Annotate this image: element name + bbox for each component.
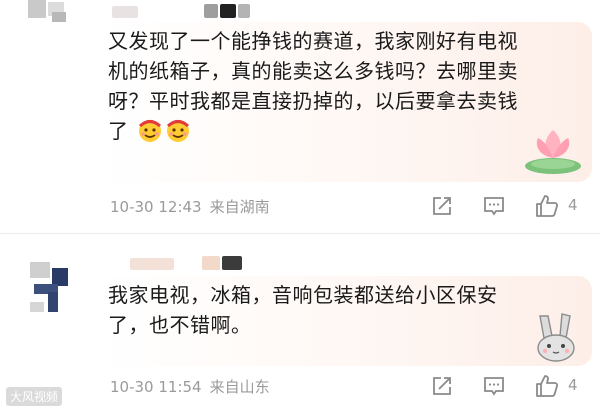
share-button[interactable] — [430, 374, 454, 398]
rabbit-decoration-icon — [537, 313, 575, 362]
comment-text: 我家电视，冰箱，音响包装都送给小区保安了，也不错啊。 — [108, 280, 522, 340]
comment-text: 又发现了一个能挣钱的赛道，我家刚好有电视机的纸箱子，真的能卖这么多钱吗？去哪里卖… — [108, 26, 522, 146]
like-button[interactable] — [534, 374, 560, 398]
comment-item: 我家电视，冰箱，音响包装都送给小区保安了，也不错啊。 10-30 11:54 来自… — [0, 234, 600, 410]
username-blurred[interactable] — [104, 252, 254, 274]
smiling-face-icon — [167, 120, 190, 142]
thumbs-up-icon — [536, 195, 559, 217]
comment-icon — [484, 197, 504, 216]
comment-actions: 4 — [430, 194, 600, 218]
avatar[interactable] — [8, 0, 78, 70]
comment-text-body: 我家电视，冰箱，音响包装都送给小区保安了，也不错啊。 — [108, 283, 498, 337]
comment-item: 又发现了一个能挣钱的赛道，我家刚好有电视机的纸箱子，真的能卖这么多钱吗？去哪里卖… — [0, 0, 600, 234]
comment-location: 来自山东 — [209, 378, 270, 396]
thumbs-up-icon — [536, 375, 559, 397]
share-icon — [433, 197, 451, 215]
like-count: 4 — [568, 196, 578, 214]
like-button[interactable] — [534, 194, 560, 218]
comment-time: 10-30 12:43 — [110, 198, 202, 216]
lotus-decoration-icon — [525, 130, 581, 174]
comment-icon — [484, 377, 504, 396]
comment-meta: 10-30 12:43 来自湖南 — [110, 196, 278, 217]
comment-meta: 10-30 11:54 来自山东 — [110, 376, 278, 397]
comment-bubble: 我家电视，冰箱，音响包装都送给小区保安了，也不错啊。 — [96, 276, 592, 366]
comment-time: 10-30 11:54 — [110, 378, 202, 396]
comment-actions: 4 — [430, 374, 600, 398]
reply-button[interactable] — [482, 194, 506, 218]
watermark: 大风视频 — [6, 387, 63, 406]
username-blurred[interactable] — [104, 0, 254, 22]
like-count: 4 — [568, 376, 578, 394]
share-icon — [433, 377, 451, 395]
smiling-face-icon — [139, 120, 162, 142]
avatar[interactable] — [8, 256, 78, 326]
share-button[interactable] — [430, 194, 454, 218]
reply-button[interactable] — [482, 374, 506, 398]
comment-bubble: 又发现了一个能挣钱的赛道，我家刚好有电视机的纸箱子，真的能卖这么多钱吗？去哪里卖… — [96, 22, 592, 182]
comment-location: 来自湖南 — [209, 198, 270, 216]
